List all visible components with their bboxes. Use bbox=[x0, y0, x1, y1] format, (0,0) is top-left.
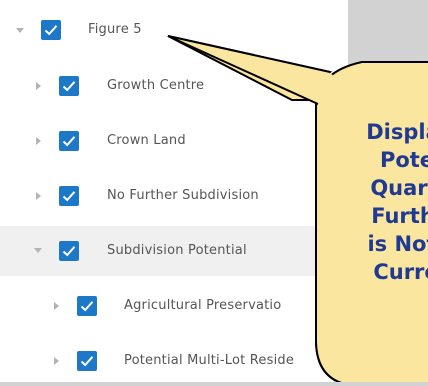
tree-item-label: Crown Land bbox=[107, 133, 186, 148]
checkmark-icon bbox=[80, 356, 94, 367]
tree-item-label: No Further Subdivision bbox=[107, 188, 259, 203]
tree-item-label: Potential Multi-Lot Reside bbox=[124, 353, 295, 368]
chevron-right-icon[interactable] bbox=[36, 82, 41, 90]
tree-item-label: Subdivision Potential bbox=[107, 243, 247, 258]
tree-item-label: Growth Centre bbox=[107, 78, 205, 93]
tree-item-label: Figure 5 bbox=[88, 22, 142, 37]
chevron-right-icon[interactable] bbox=[54, 302, 59, 310]
checkmark-icon bbox=[62, 246, 76, 257]
checkbox-potential-multi-lot-residential[interactable] bbox=[77, 351, 97, 371]
checkmark-icon bbox=[62, 81, 76, 92]
layer-tree-panel: Figure 5 Growth Centre Crown Land No Fur… bbox=[0, 0, 348, 382]
tree-item-growth-centre[interactable]: Growth Centre bbox=[0, 62, 348, 110]
checkmark-icon bbox=[80, 301, 94, 312]
checkmark-icon bbox=[62, 191, 76, 202]
tree-item-label: Agricultural Preservatio bbox=[124, 298, 282, 313]
tree-item-crown-land[interactable]: Crown Land bbox=[0, 117, 348, 165]
chevron-right-icon[interactable] bbox=[36, 137, 41, 145]
checkbox-growth-centre[interactable] bbox=[59, 76, 79, 96]
tree-item-potential-multi-lot-residential[interactable]: Potential Multi-Lot Reside bbox=[0, 337, 348, 382]
checkmark-icon bbox=[62, 136, 76, 147]
checkbox-subdivision-potential[interactable] bbox=[59, 241, 79, 261]
chevron-right-icon[interactable] bbox=[54, 357, 59, 365]
tree-item-agricultural-preservation[interactable]: Agricultural Preservatio bbox=[0, 282, 348, 330]
checkbox-figure-5[interactable] bbox=[41, 20, 61, 40]
chevron-down-icon[interactable] bbox=[34, 248, 42, 253]
checkmark-icon bbox=[44, 25, 58, 36]
checkbox-agricultural-preservation[interactable] bbox=[77, 296, 97, 316]
checkbox-crown-land[interactable] bbox=[59, 131, 79, 151]
chevron-right-icon[interactable] bbox=[36, 192, 41, 200]
tree-item-figure-5[interactable]: Figure 5 bbox=[0, 6, 348, 54]
chevron-down-icon[interactable] bbox=[16, 28, 24, 33]
tree-item-subdivision-potential[interactable]: Subdivision Potential bbox=[0, 226, 348, 276]
checkbox-no-further-subdivision[interactable] bbox=[59, 186, 79, 206]
tree-item-no-further-subdivision[interactable]: No Further Subdivision bbox=[0, 172, 348, 220]
